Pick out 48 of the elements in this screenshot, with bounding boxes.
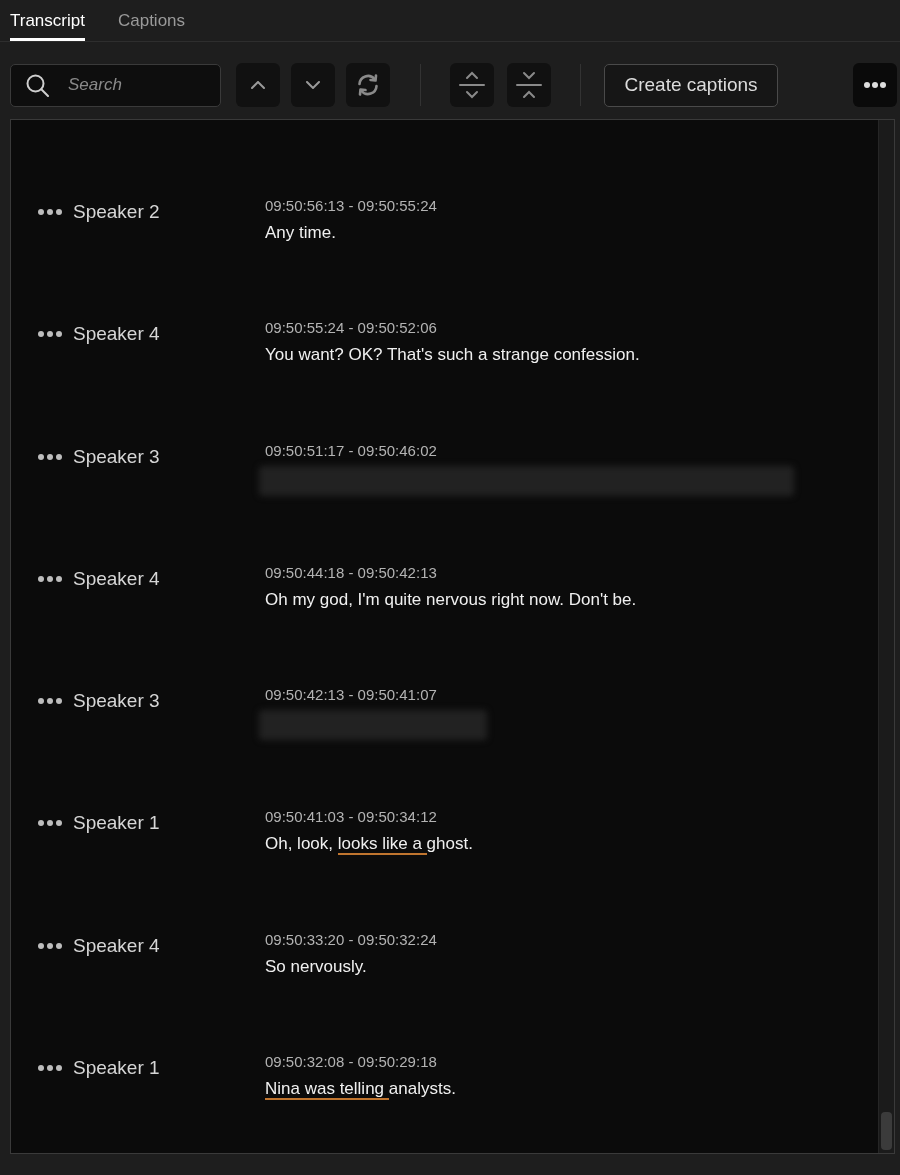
- more-icon: [864, 82, 886, 88]
- refresh-button[interactable]: [346, 63, 390, 107]
- tab[interactable]: Transcript: [10, 12, 85, 41]
- speaker-label: Speaker 4: [73, 322, 160, 347]
- more-button[interactable]: [853, 63, 897, 107]
- next-button[interactable]: [291, 63, 335, 107]
- create-captions-button[interactable]: Create captions: [604, 63, 778, 107]
- previous-button[interactable]: [236, 63, 280, 107]
- chevron-down-icon: [306, 81, 320, 89]
- transcript-text[interactable]: Oh, look, looks like a ghost.: [265, 831, 473, 858]
- more-icon[interactable]: [38, 453, 62, 460]
- more-icon[interactable]: [38, 209, 62, 215]
- transcript-text[interactable]: So nervously.: [265, 953, 367, 980]
- timestamp: 09:50:56:13 - 09:50:55:24: [265, 196, 437, 216]
- transcript-text[interactable]: You want? OK? That's such a strange confession.: [265, 342, 640, 369]
- speaker-label: Speaker 3: [73, 689, 160, 714]
- speaker-label: Speaker 4: [73, 933, 160, 958]
- speaker-label: Speaker 1: [73, 811, 160, 836]
- expand-all-button[interactable]: [450, 63, 494, 107]
- speaker-label: Speaker 1: [73, 1056, 160, 1081]
- timestamp: 09:50:41:03 - 09:50:34:12: [265, 807, 437, 828]
- timestamp: 09:50:51:17 - 09:50:46:02: [265, 440, 437, 461]
- timestamp: 09:50:32:08 - 09:50:29:18: [265, 1052, 437, 1073]
- transcript-text[interactable]: Any time.: [265, 220, 336, 246]
- timestamp: 09:50:55:24 - 09:50:52:06: [265, 318, 437, 339]
- speaker-label: Speaker 3: [73, 444, 160, 469]
- speaker-label: Speaker 2: [73, 200, 160, 224]
- transcript-text[interactable]: Oh my god, I'm quite nervous right now. Don't be.: [265, 586, 637, 613]
- tab[interactable]: Captions: [117, 12, 186, 41]
- search-icon: [26, 73, 49, 97]
- timestamp: 09:50:33:20 - 09:50:32:24: [265, 929, 437, 950]
- speaker-label: Speaker 4: [73, 566, 160, 591]
- collapse-all-button[interactable]: [507, 63, 551, 107]
- timestamp: 09:50:44:18 - 09:50:42:13: [265, 562, 437, 583]
- search-field[interactable]: Search: [10, 63, 221, 107]
- scrollbar-thumb[interactable]: [881, 1112, 892, 1150]
- more-icon[interactable]: [38, 698, 62, 705]
- more-icon[interactable]: [38, 942, 62, 949]
- expand-icon: [459, 71, 485, 99]
- chevron-up-icon: [251, 81, 265, 89]
- more-icon[interactable]: [38, 331, 62, 338]
- collapse-icon: [516, 71, 542, 99]
- more-icon[interactable]: [38, 820, 62, 827]
- more-icon[interactable]: [38, 575, 62, 582]
- refresh-icon: [356, 73, 380, 97]
- more-icon[interactable]: [38, 1065, 62, 1072]
- timestamp: 09:50:42:13 - 09:50:41:07: [265, 685, 437, 706]
- transcript-text[interactable]: Nina was telling analysts.: [265, 1076, 456, 1103]
